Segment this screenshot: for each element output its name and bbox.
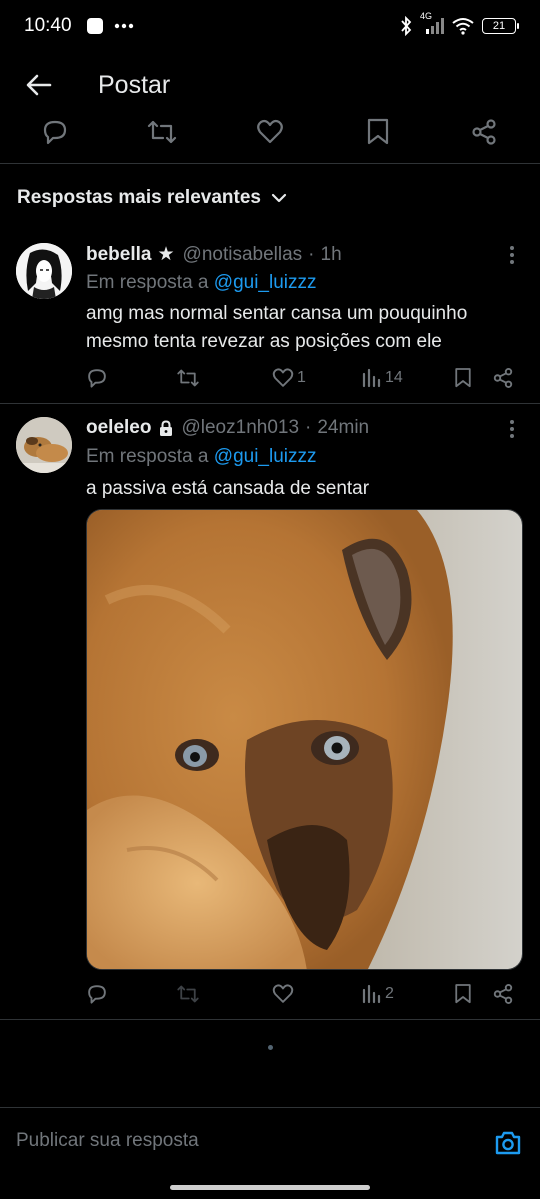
- avatar[interactable]: [16, 243, 72, 299]
- network-type: 4G: [420, 11, 433, 21]
- bookmark-button[interactable]: [454, 366, 472, 390]
- status-bar: 10:40 4G 21: [0, 0, 540, 52]
- reply-to-handle[interactable]: @gui_luizzz: [214, 446, 317, 467]
- reply-context: Em resposta a @gui_luizzz: [86, 446, 317, 468]
- battery-level: 21: [492, 20, 506, 32]
- views-button[interactable]: 14: [362, 366, 403, 390]
- more-options-button[interactable]: [502, 243, 522, 267]
- display-name[interactable]: oeleleo: [86, 417, 151, 439]
- reply-composer: [0, 1107, 540, 1177]
- like-button[interactable]: 1: [272, 366, 306, 390]
- post-action-bar: [0, 118, 540, 164]
- repost-icon: [147, 120, 177, 144]
- share-icon: [472, 119, 496, 145]
- avatar[interactable]: [16, 417, 72, 473]
- like-count: 1: [297, 369, 306, 386]
- camera-icon: [495, 1131, 521, 1155]
- loading-indicator: [268, 1045, 273, 1050]
- back-arrow-icon: [26, 74, 52, 96]
- heart-icon: [272, 984, 294, 1003]
- app-header: Postar: [0, 52, 540, 118]
- reply-button[interactable]: [86, 366, 108, 390]
- bookmark-icon: [455, 368, 471, 388]
- views-icon: [362, 368, 381, 388]
- heart-icon: [272, 368, 294, 387]
- repost-icon: [177, 985, 199, 1003]
- timestamp: 24min: [317, 417, 370, 438]
- user-handle[interactable]: @leoz1nh013: [181, 417, 299, 439]
- reply-button[interactable]: [41, 118, 69, 146]
- reply-to-label: Em resposta a: [86, 272, 209, 293]
- bookmark-button[interactable]: [366, 118, 390, 146]
- share-icon: [493, 368, 513, 388]
- repost-button[interactable]: [176, 366, 200, 390]
- reply-icon: [88, 369, 106, 388]
- reply-icon: [88, 985, 106, 1004]
- wifi-icon: [452, 17, 474, 35]
- notification-app-icon: [86, 17, 104, 35]
- replies-sort-dropdown[interactable]: Respostas mais relevantes: [17, 183, 287, 213]
- heart-icon: [257, 119, 283, 144]
- bluetooth-icon: [400, 16, 412, 36]
- reply-media-image[interactable]: [86, 509, 523, 970]
- bookmark-button[interactable]: [454, 982, 472, 1006]
- views-icon: [362, 984, 381, 1004]
- like-button[interactable]: [256, 118, 284, 146]
- reply-to-handle[interactable]: @gui_luizzz: [214, 272, 317, 293]
- reply-action-bar: 1 14: [86, 366, 518, 390]
- signal-icon: 4G: [420, 11, 444, 35]
- sort-label: Respostas mais relevantes: [17, 187, 261, 208]
- lock-icon: [159, 420, 173, 436]
- views-button[interactable]: 2: [362, 982, 394, 1006]
- more-notifications-icon: [114, 23, 134, 29]
- back-button[interactable]: [0, 52, 78, 118]
- share-icon: [493, 984, 513, 1004]
- share-button[interactable]: [492, 366, 514, 390]
- reply-button[interactable]: [86, 982, 108, 1006]
- star-badge: ★: [157, 244, 175, 265]
- camera-button[interactable]: [494, 1130, 522, 1156]
- battery-icon: 21: [482, 18, 519, 34]
- reply-text: a passiva está cansada de sentar: [86, 478, 370, 499]
- chevron-down-icon: [271, 192, 287, 204]
- repost-button-disabled: [176, 982, 200, 1006]
- reply-header: bebella ★ @notisabellas · 1h: [86, 243, 342, 266]
- status-time: 10:40: [24, 15, 72, 36]
- page-title: Postar: [98, 70, 171, 99]
- reply-to-label: Em resposta a: [86, 446, 209, 467]
- reply-item[interactable]: bebella ★ @notisabellas · 1h Em resposta…: [0, 229, 540, 404]
- reply-header: oeleleo @leoz1nh013 · 24min: [86, 417, 370, 439]
- reply-action-bar: 2: [86, 982, 518, 1006]
- view-count: 2: [385, 985, 394, 1002]
- share-button[interactable]: [492, 982, 514, 1006]
- like-button[interactable]: [272, 982, 294, 1006]
- bookmark-icon: [367, 118, 389, 145]
- reply-input[interactable]: [16, 1130, 456, 1152]
- reply-context: Em resposta a @gui_luizzz: [86, 272, 317, 294]
- share-button[interactable]: [470, 118, 498, 146]
- reply-icon: [43, 120, 67, 145]
- display-name[interactable]: bebella: [86, 244, 151, 266]
- user-handle[interactable]: @notisabellas: [183, 244, 303, 266]
- reply-text: amg mas normal sentar cansa um pouquinho…: [86, 303, 468, 352]
- timestamp: 1h: [320, 243, 342, 265]
- repost-icon: [177, 369, 199, 387]
- view-count: 14: [385, 369, 403, 386]
- more-options-button[interactable]: [502, 417, 522, 441]
- repost-button[interactable]: [146, 118, 178, 146]
- home-indicator[interactable]: [170, 1185, 370, 1190]
- bookmark-icon: [455, 984, 471, 1004]
